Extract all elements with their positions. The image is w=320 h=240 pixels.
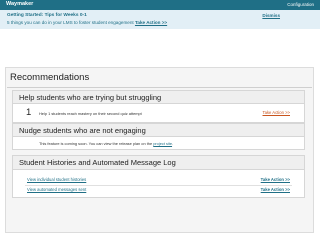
tips-description: 5 things you can do in your LMS to foste… (7, 20, 134, 25)
tips-text: 5 things you can do in your LMS to foste… (7, 20, 167, 25)
tips-title: Getting Started: Tips for Weeks 0-1 (7, 13, 87, 18)
row-divider (25, 185, 292, 186)
recommendations-title: Recommendations (10, 72, 90, 83)
student-count: 1 (26, 107, 32, 118)
tips-take-action-link[interactable]: Take Action >> (135, 20, 167, 25)
help-struggling-card: Help students who are trying but struggl… (12, 90, 305, 123)
history-card-title: Student Histories and Automated Message … (19, 158, 176, 167)
nudge-card-title: Nudge students who are not engaging (19, 126, 146, 135)
help-card-title: Help students who are trying but struggl… (19, 93, 162, 102)
history-take-action-link[interactable]: Take Action >> (261, 177, 290, 182)
brand-logo: Waymaker (6, 1, 34, 7)
card-header: Help students who are trying but struggl… (13, 91, 304, 104)
project-site-link[interactable]: project site (153, 141, 172, 146)
help-description: Help 1 students reach mastery on their s… (39, 111, 142, 116)
nudge-description: This feature is coming soon. You can vie… (39, 141, 173, 146)
history-row-label[interactable]: View individual student histories (27, 177, 86, 182)
help-take-action-link[interactable]: Take Action >> (263, 110, 290, 115)
nudge-text: This feature is coming soon. You can vie… (39, 141, 153, 146)
tips-banner: Getting Started: Tips for Weeks 0-1 5 th… (0, 10, 320, 29)
dismiss-button[interactable]: Dismiss (262, 13, 280, 18)
card-header: Student Histories and Automated Message … (13, 156, 304, 170)
nudge-card: Nudge students who are not engaging This… (12, 123, 305, 150)
divider (7, 87, 312, 88)
card-header: Nudge students who are not engaging (13, 124, 304, 137)
history-card: Student Histories and Automated Message … (12, 155, 305, 198)
configuration-link[interactable]: Configuration (287, 2, 314, 7)
top-bar: Waymaker Configuration (0, 0, 320, 10)
messages-take-action-link[interactable]: Take Action >> (261, 187, 290, 192)
nudge-suffix: . (172, 141, 174, 146)
messages-row-label[interactable]: View automated messages sent (27, 187, 86, 192)
